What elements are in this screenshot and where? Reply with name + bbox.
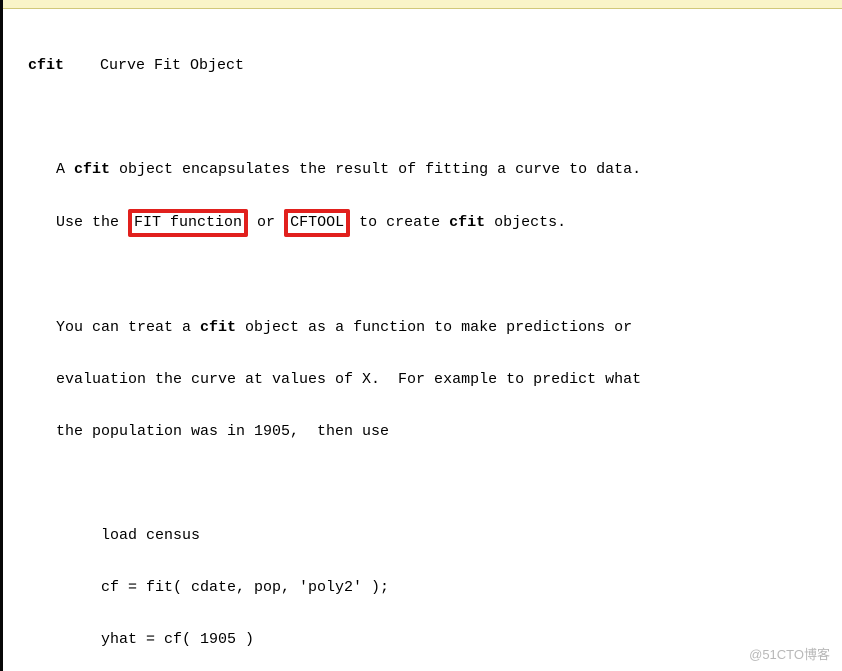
code-line: cf = fit( cdate, pop, 'poly2' );: [28, 575, 842, 601]
para2-line1: You can treat a cfit object as a functio…: [28, 315, 842, 341]
top-header-strip: [0, 0, 842, 9]
code-line: yhat = cf( 1905 ): [28, 627, 842, 653]
code-line: load census: [28, 523, 842, 549]
para1-line1: A cfit object encapsulates the result of…: [28, 157, 842, 183]
doc-body: cfit Curve Fit Object A cfit object enca…: [0, 9, 842, 671]
text: or: [248, 214, 284, 231]
highlight-cftool: CFTOOL: [284, 209, 350, 237]
text: object encapsulates the result of fittin…: [110, 161, 641, 178]
text: A: [56, 161, 74, 178]
para1-line2: Use the FIT function or CFTOOL to create…: [28, 209, 842, 237]
title-line: cfit Curve Fit Object: [28, 53, 842, 79]
highlight-fit-function: FIT function: [128, 209, 248, 237]
text-bold: cfit: [200, 319, 236, 336]
text: objects.: [485, 214, 566, 231]
text: object as a function to make predictions…: [236, 319, 632, 336]
para2-line2: evaluation the curve at values of X. For…: [28, 367, 842, 393]
title-name: cfit: [28, 57, 64, 74]
title-desc: Curve Fit Object: [100, 57, 244, 74]
text: Use the: [56, 214, 128, 231]
text-bold: cfit: [74, 161, 110, 178]
text: to create: [350, 214, 449, 231]
text-bold: cfit: [449, 214, 485, 231]
text: You can treat a: [56, 319, 200, 336]
left-border: [0, 0, 3, 671]
watermark: @51CTO博客: [749, 644, 830, 663]
para2-line3: the population was in 1905, then use: [28, 419, 842, 445]
